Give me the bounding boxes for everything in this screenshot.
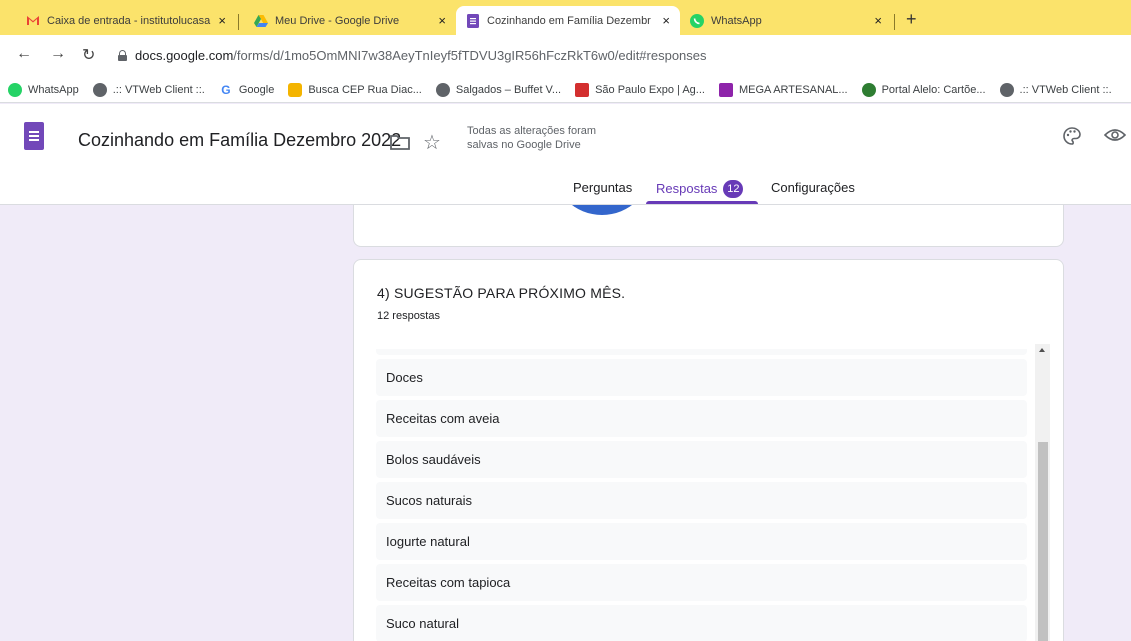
active-tab-indicator	[646, 201, 758, 204]
url-path: /forms/d/1mo5OmMNI7w38AeyTnIeyf5fTDVU3gI…	[233, 47, 707, 63]
globe-icon	[92, 83, 107, 97]
bookmark-vtweb[interactable]: .:: VTWeb Client ::.	[92, 83, 205, 97]
tab-divider	[894, 14, 895, 30]
globe-icon	[435, 83, 450, 97]
tab-questions[interactable]: Perguntas	[573, 180, 632, 195]
close-icon[interactable]: ×	[438, 13, 446, 28]
bookmark-label: MEGA ARTESANAL...	[738, 84, 848, 96]
responses-count-badge: 12	[723, 180, 744, 198]
palette-icon[interactable]	[1062, 126, 1082, 149]
bookmark-label: São Paulo Expo | Ag...	[595, 84, 705, 96]
form-title[interactable]: Cozinhando em Família Dezembro 2022	[78, 130, 401, 151]
save-status: Todas as alterações foram salvas no Goog…	[467, 125, 597, 151]
google-forms-logo-icon[interactable]	[24, 122, 44, 150]
tab-responses[interactable]: Respostas 12	[656, 180, 744, 198]
bookmarks-bar: WhatsApp .:: VTWeb Client ::. G Google Bu…	[0, 78, 1131, 103]
preview-eye-icon[interactable]	[1103, 128, 1127, 145]
bookmark-whatsapp[interactable]: WhatsApp	[8, 83, 79, 97]
browser-tab-title: WhatsApp	[711, 14, 762, 27]
reload-icon[interactable]: ↻	[82, 45, 95, 65]
close-icon[interactable]: ×	[218, 13, 226, 28]
bookmark-busca-cep[interactable]: Busca CEP Rua Diac...	[288, 83, 422, 97]
bookmark-salgados[interactable]: Salgados – Buffet V...	[435, 83, 562, 97]
lock-icon	[118, 49, 127, 61]
scrollbar-thumb[interactable]	[1038, 442, 1048, 641]
back-arrow-icon[interactable]: ←	[16, 45, 32, 63]
question-response-card: 4) SUGESTÃO PARA PRÓXIMO MÊS. 12 respost…	[353, 259, 1064, 641]
close-icon[interactable]: ×	[874, 13, 882, 28]
cep-icon	[288, 83, 303, 97]
folder-icon[interactable]	[390, 134, 410, 153]
form-tabs: Perguntas Respostas 12 Configurações	[0, 176, 1131, 205]
scroll-up-arrow-icon[interactable]	[1039, 348, 1045, 352]
previous-question-card	[353, 205, 1064, 247]
address-bar-row: ← → ↻ docs.google.com/forms/d/1mo5OmMNI7…	[0, 35, 1131, 78]
tab-responses-label: Respostas	[656, 181, 718, 196]
gmail-icon	[26, 14, 40, 28]
list-item: Suco natural	[376, 605, 1027, 641]
bookmark-label: Salgados – Buffet V...	[455, 84, 562, 96]
bookmark-label: .:: VTWeb Client ::.	[112, 84, 205, 96]
bookmark-google[interactable]: G Google	[218, 83, 275, 97]
alelo-icon	[861, 83, 876, 97]
globe-icon	[999, 83, 1014, 97]
new-tab-button[interactable]: +	[906, 9, 917, 30]
forward-arrow-icon[interactable]: →	[50, 45, 66, 63]
expo-icon	[575, 83, 590, 97]
whatsapp-icon	[690, 13, 704, 28]
response-count: 12 respostas	[377, 310, 440, 322]
forms-header: Cozinhando em Família Dezembro 2022 ☆ To…	[0, 104, 1131, 205]
bookmark-vtweb-2[interactable]: .:: VTWeb Client ::.	[999, 83, 1112, 97]
close-icon[interactable]: ×	[662, 13, 670, 28]
google-icon: G	[218, 83, 233, 97]
tab-divider	[238, 14, 239, 30]
answer-list[interactable]: Doces Receitas com aveia Bolos saudáveis…	[376, 349, 1027, 641]
star-icon[interactable]: ☆	[423, 130, 441, 155]
whatsapp-icon	[8, 83, 22, 97]
question-title: 4) SUGESTÃO PARA PRÓXIMO MÊS.	[377, 285, 626, 301]
bookmark-mega-artesanal[interactable]: MEGA ARTESANAL...	[718, 83, 848, 97]
browser-tab-whatsapp[interactable]: WhatsApp ×	[680, 6, 892, 35]
browser-tab-strip: Caixa de entrada - institutolucasa × Meu…	[0, 0, 1131, 35]
bookmark-label: Google	[238, 84, 275, 96]
mega-artesanal-icon	[718, 83, 733, 97]
list-item: Doces	[376, 359, 1027, 396]
url-host: docs.google.com	[135, 47, 234, 63]
tab-settings[interactable]: Configurações	[771, 180, 855, 195]
list-item: Iogurte natural	[376, 523, 1027, 560]
list-item: Receitas com aveia	[376, 400, 1027, 437]
google-drive-icon	[254, 14, 268, 28]
bookmark-label: Busca CEP Rua Diac...	[308, 84, 422, 96]
bookmark-alelo[interactable]: Portal Alelo: Cartõe...	[861, 83, 986, 97]
list-item: Receitas com tapioca	[376, 564, 1027, 601]
bookmark-label: WhatsApp	[28, 84, 79, 96]
browser-tab-drive[interactable]: Meu Drive - Google Drive ×	[244, 6, 456, 35]
list-item	[376, 349, 1027, 355]
url-bar[interactable]: docs.google.com/forms/d/1mo5OmMNI7w38Aey…	[110, 42, 1131, 68]
bookmark-label: .:: VTWeb Client ::.	[1019, 84, 1112, 96]
browser-tab-title: Cozinhando em Família Dezembr	[487, 14, 651, 27]
pie-chart-fragment	[552, 205, 652, 215]
bookmark-label: Portal Alelo: Cartõe...	[881, 84, 986, 96]
list-item: Sucos naturais	[376, 482, 1027, 519]
bookmark-sao-paulo-expo[interactable]: São Paulo Expo | Ag...	[575, 83, 705, 97]
browser-tab-title: Caixa de entrada - institutolucasa	[47, 14, 211, 27]
google-forms-icon	[466, 13, 480, 28]
browser-tab-title: Meu Drive - Google Drive	[275, 14, 400, 27]
list-item: Bolos saudáveis	[376, 441, 1027, 478]
browser-tab-gmail[interactable]: Caixa de entrada - institutolucasa ×	[16, 6, 236, 35]
browser-tab-forms[interactable]: Cozinhando em Família Dezembr ×	[456, 6, 680, 35]
